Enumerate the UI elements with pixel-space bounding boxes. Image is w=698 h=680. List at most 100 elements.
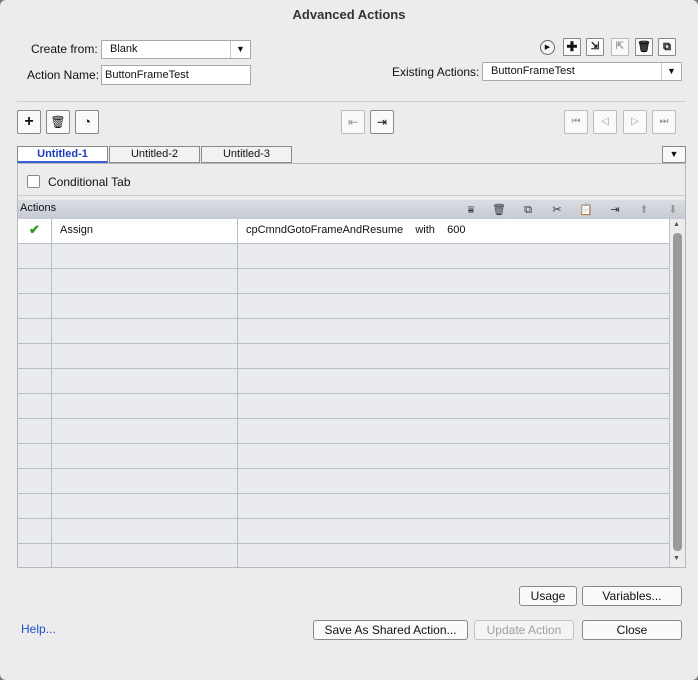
row-detail-cell[interactable] [238, 519, 669, 543]
row-detail-cell[interactable] [238, 369, 669, 393]
duplicate-decision-button[interactable]: ◔ [75, 110, 99, 134]
row-status-cell[interactable] [18, 319, 52, 343]
table-row[interactable] [18, 394, 669, 419]
row-status-cell[interactable] [18, 444, 52, 468]
table-row[interactable] [18, 544, 669, 567]
row-status-cell[interactable]: ✔ [18, 219, 52, 243]
row-status-cell[interactable] [18, 419, 52, 443]
row-detail-cell[interactable] [238, 419, 669, 443]
scroll-down-icon[interactable]: ▼ [673, 555, 680, 562]
move-left-icon[interactable]: ⇤ [341, 110, 365, 134]
window-title: Advanced Actions [292, 7, 406, 22]
insert-below-icon[interactable]: ⇥ [607, 202, 623, 218]
row-action-cell[interactable] [52, 269, 238, 293]
row-status-cell[interactable] [18, 519, 52, 543]
table-row[interactable] [18, 494, 669, 519]
table-row[interactable] [18, 269, 669, 294]
row-action-cell[interactable] [52, 469, 238, 493]
first-icon[interactable]: ⏮ [564, 110, 588, 134]
next-icon[interactable]: ▷ [623, 110, 647, 134]
row-detail-cell[interactable] [238, 469, 669, 493]
delete-action-icon[interactable]: 🗑 [635, 38, 653, 56]
row-action-cell[interactable] [52, 369, 238, 393]
table-row[interactable] [18, 319, 669, 344]
variables-button[interactable]: Variables... [582, 586, 682, 606]
tabs-menu-chevron-icon[interactable]: ▼ [662, 146, 686, 163]
check-icon: ✔ [29, 222, 40, 237]
save-as-shared-action-button[interactable]: Save As Shared Action... [313, 620, 468, 640]
table-row[interactable] [18, 469, 669, 494]
row-action-cell[interactable] [52, 319, 238, 343]
existing-actions-dropdown[interactable]: ButtonFrameTest ▼ [482, 62, 682, 81]
create-from-dropdown[interactable]: Blank ▼ [101, 40, 251, 59]
row-status-cell[interactable] [18, 544, 52, 567]
row-status-cell[interactable] [18, 394, 52, 418]
row-action-cell[interactable] [52, 394, 238, 418]
row-action-cell[interactable] [52, 494, 238, 518]
move-up-icon[interactable]: ⬆ [636, 202, 652, 218]
tab-untitled-3[interactable]: Untitled-3 [201, 146, 292, 163]
row-status-cell[interactable] [18, 269, 52, 293]
cut-icon[interactable]: ✂ [549, 202, 565, 218]
row-detail-cell[interactable] [238, 244, 669, 268]
export-icon[interactable]: ⇱ [611, 38, 629, 56]
row-status-cell[interactable] [18, 494, 52, 518]
row-action-cell[interactable] [52, 294, 238, 318]
row-action-cell[interactable] [52, 444, 238, 468]
tab-untitled-2[interactable]: Untitled-2 [109, 146, 200, 163]
row-detail-cell[interactable] [238, 494, 669, 518]
delete-decision-button[interactable]: 🗑 [46, 110, 70, 134]
row-action-cell[interactable] [52, 544, 238, 567]
paste-icon[interactable]: 📋 [578, 202, 594, 218]
table-row[interactable] [18, 244, 669, 269]
insert-row-icon[interactable]: ⩸ [463, 202, 479, 218]
row-action-cell[interactable] [52, 519, 238, 543]
row-detail-cell[interactable] [238, 269, 669, 293]
row-detail-cell[interactable] [238, 344, 669, 368]
row-detail-cell[interactable] [238, 294, 669, 318]
action-name-input[interactable]: ButtonFrameTest [101, 65, 251, 85]
add-action-icon[interactable]: ✚ [563, 38, 581, 56]
copy-row-icon[interactable]: ⧉ [520, 202, 536, 218]
row-status-cell[interactable] [18, 294, 52, 318]
row-status-cell[interactable] [18, 344, 52, 368]
duplicate-action-icon[interactable]: ⧉ [658, 38, 676, 56]
row-status-cell[interactable] [18, 469, 52, 493]
row-detail-cell[interactable]: cpCmndGotoFrameAndResume with 600 [238, 219, 669, 243]
last-icon[interactable]: ⏭ [652, 110, 676, 134]
table-row[interactable] [18, 419, 669, 444]
table-row[interactable] [18, 369, 669, 394]
actions-scrollbar[interactable]: ▲ ▼ [669, 219, 685, 567]
usage-button[interactable]: Usage [519, 586, 577, 606]
update-action-button[interactable]: Update Action [474, 620, 574, 640]
table-row[interactable] [18, 444, 669, 469]
previous-icon[interactable]: ◁ [593, 110, 617, 134]
help-link[interactable]: Help... [21, 622, 56, 636]
table-row[interactable] [18, 294, 669, 319]
scrollbar-thumb[interactable] [673, 233, 682, 551]
move-right-icon[interactable]: ⇥ [370, 110, 394, 134]
row-status-cell[interactable] [18, 369, 52, 393]
row-detail-cell[interactable] [238, 444, 669, 468]
row-status-cell[interactable] [18, 244, 52, 268]
close-button[interactable]: Close [582, 620, 682, 640]
tab-untitled-1[interactable]: Untitled-1 [17, 146, 108, 163]
row-action-cell[interactable] [52, 244, 238, 268]
add-decision-button[interactable]: + [17, 110, 41, 134]
move-down-icon[interactable]: ⬇ [665, 202, 681, 218]
import-icon[interactable]: ⇲ [586, 38, 604, 56]
row-action-cell[interactable] [52, 344, 238, 368]
table-row[interactable]: ✔ Assign cpCmndGotoFrameAndResume with 600 [18, 219, 669, 244]
divider [18, 195, 685, 196]
scroll-up-icon[interactable]: ▲ [673, 221, 680, 228]
table-row[interactable] [18, 344, 669, 369]
delete-row-icon[interactable]: 🗑 [491, 202, 507, 218]
preview-play-icon[interactable]: ▶ [540, 40, 555, 55]
row-detail-cell[interactable] [238, 544, 669, 567]
row-detail-cell[interactable] [238, 394, 669, 418]
row-action-cell[interactable]: Assign [52, 219, 238, 243]
table-row[interactable] [18, 519, 669, 544]
row-action-cell[interactable] [52, 419, 238, 443]
conditional-tab-checkbox[interactable] [27, 175, 40, 188]
row-detail-cell[interactable] [238, 319, 669, 343]
